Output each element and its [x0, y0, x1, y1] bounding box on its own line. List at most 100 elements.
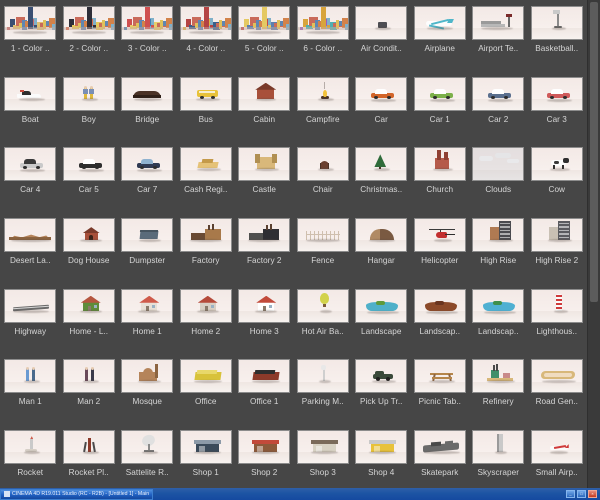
- asset-cell[interactable]: Sattelite R..: [118, 427, 177, 488]
- asset-cell[interactable]: Dumpster: [118, 215, 177, 286]
- asset-cell[interactable]: Castle: [235, 144, 294, 215]
- asset-cell[interactable]: Mosque: [118, 356, 177, 427]
- asset-cell[interactable]: Boy: [60, 74, 119, 145]
- asset-cell[interactable]: Helicopter: [411, 215, 470, 286]
- asset-cell[interactable]: Shop 4: [352, 427, 411, 488]
- asset-thumbnail[interactable]: [413, 147, 466, 182]
- asset-cell[interactable]: Refinery: [469, 356, 528, 427]
- asset-thumbnail[interactable]: [179, 147, 232, 182]
- asset-thumbnail[interactable]: [472, 76, 525, 111]
- asset-cell[interactable]: Skatepark: [411, 427, 470, 488]
- asset-thumbnail[interactable]: [355, 147, 408, 182]
- asset-thumbnail[interactable]: [121, 430, 174, 465]
- window-controls[interactable]: _ □ ×: [566, 490, 600, 498]
- asset-cell[interactable]: Hangar: [352, 215, 411, 286]
- asset-cell[interactable]: Car 2: [469, 74, 528, 145]
- asset-thumbnail[interactable]: [179, 76, 232, 111]
- asset-thumbnail[interactable]: [296, 359, 349, 394]
- asset-thumbnail[interactable]: [238, 76, 291, 111]
- asset-cell[interactable]: Desert La..: [1, 215, 60, 286]
- asset-cell[interactable]: Boat: [1, 74, 60, 145]
- asset-thumbnail[interactable]: [121, 359, 174, 394]
- asset-thumbnail[interactable]: [62, 6, 115, 40]
- asset-cell[interactable]: Man 2: [60, 356, 119, 427]
- asset-thumbnail[interactable]: [472, 218, 525, 253]
- asset-thumbnail[interactable]: [121, 6, 174, 40]
- asset-thumbnail[interactable]: [530, 359, 583, 394]
- asset-cell[interactable]: Shop 1: [177, 427, 236, 488]
- asset-cell[interactable]: Christmas..: [352, 144, 411, 215]
- asset-thumbnail[interactable]: [355, 359, 408, 394]
- asset-thumbnail[interactable]: [413, 430, 466, 465]
- asset-cell[interactable]: Office 1: [235, 356, 294, 427]
- asset-cell[interactable]: Shop 3: [294, 427, 353, 488]
- asset-thumbnail[interactable]: [238, 6, 291, 40]
- asset-cell[interactable]: Church: [411, 144, 470, 215]
- asset-thumbnail[interactable]: [62, 76, 115, 111]
- asset-cell[interactable]: Factory 2: [235, 215, 294, 286]
- asset-cell[interactable]: Campfire: [294, 74, 353, 145]
- asset-cell[interactable]: Picnic Tab..: [411, 356, 470, 427]
- asset-thumbnail[interactable]: [530, 147, 583, 182]
- asset-cell[interactable]: Airport Te..: [469, 3, 528, 74]
- asset-thumbnail[interactable]: [238, 288, 291, 323]
- asset-cell[interactable]: Skyscraper: [469, 427, 528, 488]
- asset-cell[interactable]: Clouds: [469, 144, 528, 215]
- asset-thumbnail[interactable]: [355, 6, 408, 40]
- asset-thumbnail[interactable]: [472, 359, 525, 394]
- taskbar-app-button[interactable]: CINEMA 4D R19.011 Studio (RC - R2B) - [U…: [0, 488, 154, 500]
- asset-cell[interactable]: Man 1: [1, 356, 60, 427]
- asset-thumbnail[interactable]: [238, 147, 291, 182]
- asset-cell[interactable]: Parking M..: [294, 356, 353, 427]
- asset-thumbnail[interactable]: [238, 218, 291, 253]
- asset-thumbnail[interactable]: [4, 430, 57, 465]
- asset-cell[interactable]: Car 1: [411, 74, 470, 145]
- asset-cell[interactable]: Car: [352, 74, 411, 145]
- minimize-button[interactable]: _: [566, 490, 575, 498]
- asset-cell[interactable]: Lighthous..: [528, 286, 587, 357]
- asset-thumbnail[interactable]: [62, 359, 115, 394]
- asset-thumbnail[interactable]: [179, 6, 232, 40]
- asset-thumbnail[interactable]: [472, 430, 525, 465]
- asset-thumbnail[interactable]: [62, 288, 115, 323]
- asset-cell[interactable]: 6 - Color ..: [294, 3, 353, 74]
- asset-cell[interactable]: Home 3: [235, 286, 294, 357]
- asset-cell[interactable]: Home 2: [177, 286, 236, 357]
- asset-cell[interactable]: Road Gen..: [528, 356, 587, 427]
- asset-thumbnail[interactable]: [179, 359, 232, 394]
- asset-cell[interactable]: Cash Regi..: [177, 144, 236, 215]
- asset-thumbnail[interactable]: [413, 6, 466, 40]
- asset-thumbnail[interactable]: [121, 76, 174, 111]
- asset-cell[interactable]: Car 5: [60, 144, 119, 215]
- vertical-scrollbar[interactable]: [587, 0, 600, 488]
- asset-grid-panel[interactable]: 1 - Color .. 2 - Color .. 3 - Color .. 4 - …: [0, 0, 588, 488]
- asset-cell[interactable]: Factory: [177, 215, 236, 286]
- asset-thumbnail[interactable]: [4, 6, 57, 40]
- asset-thumbnail[interactable]: [296, 76, 349, 111]
- asset-thumbnail[interactable]: [413, 218, 466, 253]
- asset-thumbnail[interactable]: [121, 218, 174, 253]
- windows-taskbar[interactable]: CINEMA 4D R19.011 Studio (RC - R2B) - [U…: [0, 488, 600, 500]
- asset-thumbnail[interactable]: [296, 430, 349, 465]
- asset-thumbnail[interactable]: [296, 288, 349, 323]
- asset-thumbnail[interactable]: [4, 147, 57, 182]
- asset-cell[interactable]: Chair: [294, 144, 353, 215]
- asset-cell[interactable]: Bridge: [118, 74, 177, 145]
- asset-cell[interactable]: 1 - Color ..: [1, 3, 60, 74]
- asset-thumbnail[interactable]: [179, 218, 232, 253]
- asset-cell[interactable]: Home 1: [118, 286, 177, 357]
- asset-thumbnail[interactable]: [530, 288, 583, 323]
- asset-cell[interactable]: Office: [177, 356, 236, 427]
- asset-thumbnail[interactable]: [179, 288, 232, 323]
- asset-cell[interactable]: Car 7: [118, 144, 177, 215]
- asset-thumbnail[interactable]: [296, 6, 349, 40]
- asset-cell[interactable]: Cow: [528, 144, 587, 215]
- asset-thumbnail[interactable]: [62, 147, 115, 182]
- asset-thumbnail[interactable]: [413, 359, 466, 394]
- asset-thumbnail[interactable]: [355, 430, 408, 465]
- asset-thumbnail[interactable]: [4, 218, 57, 253]
- asset-cell[interactable]: Rocket Pl..: [60, 427, 119, 488]
- asset-thumbnail[interactable]: [530, 6, 583, 40]
- asset-thumbnail[interactable]: [355, 288, 408, 323]
- asset-thumbnail[interactable]: [62, 218, 115, 253]
